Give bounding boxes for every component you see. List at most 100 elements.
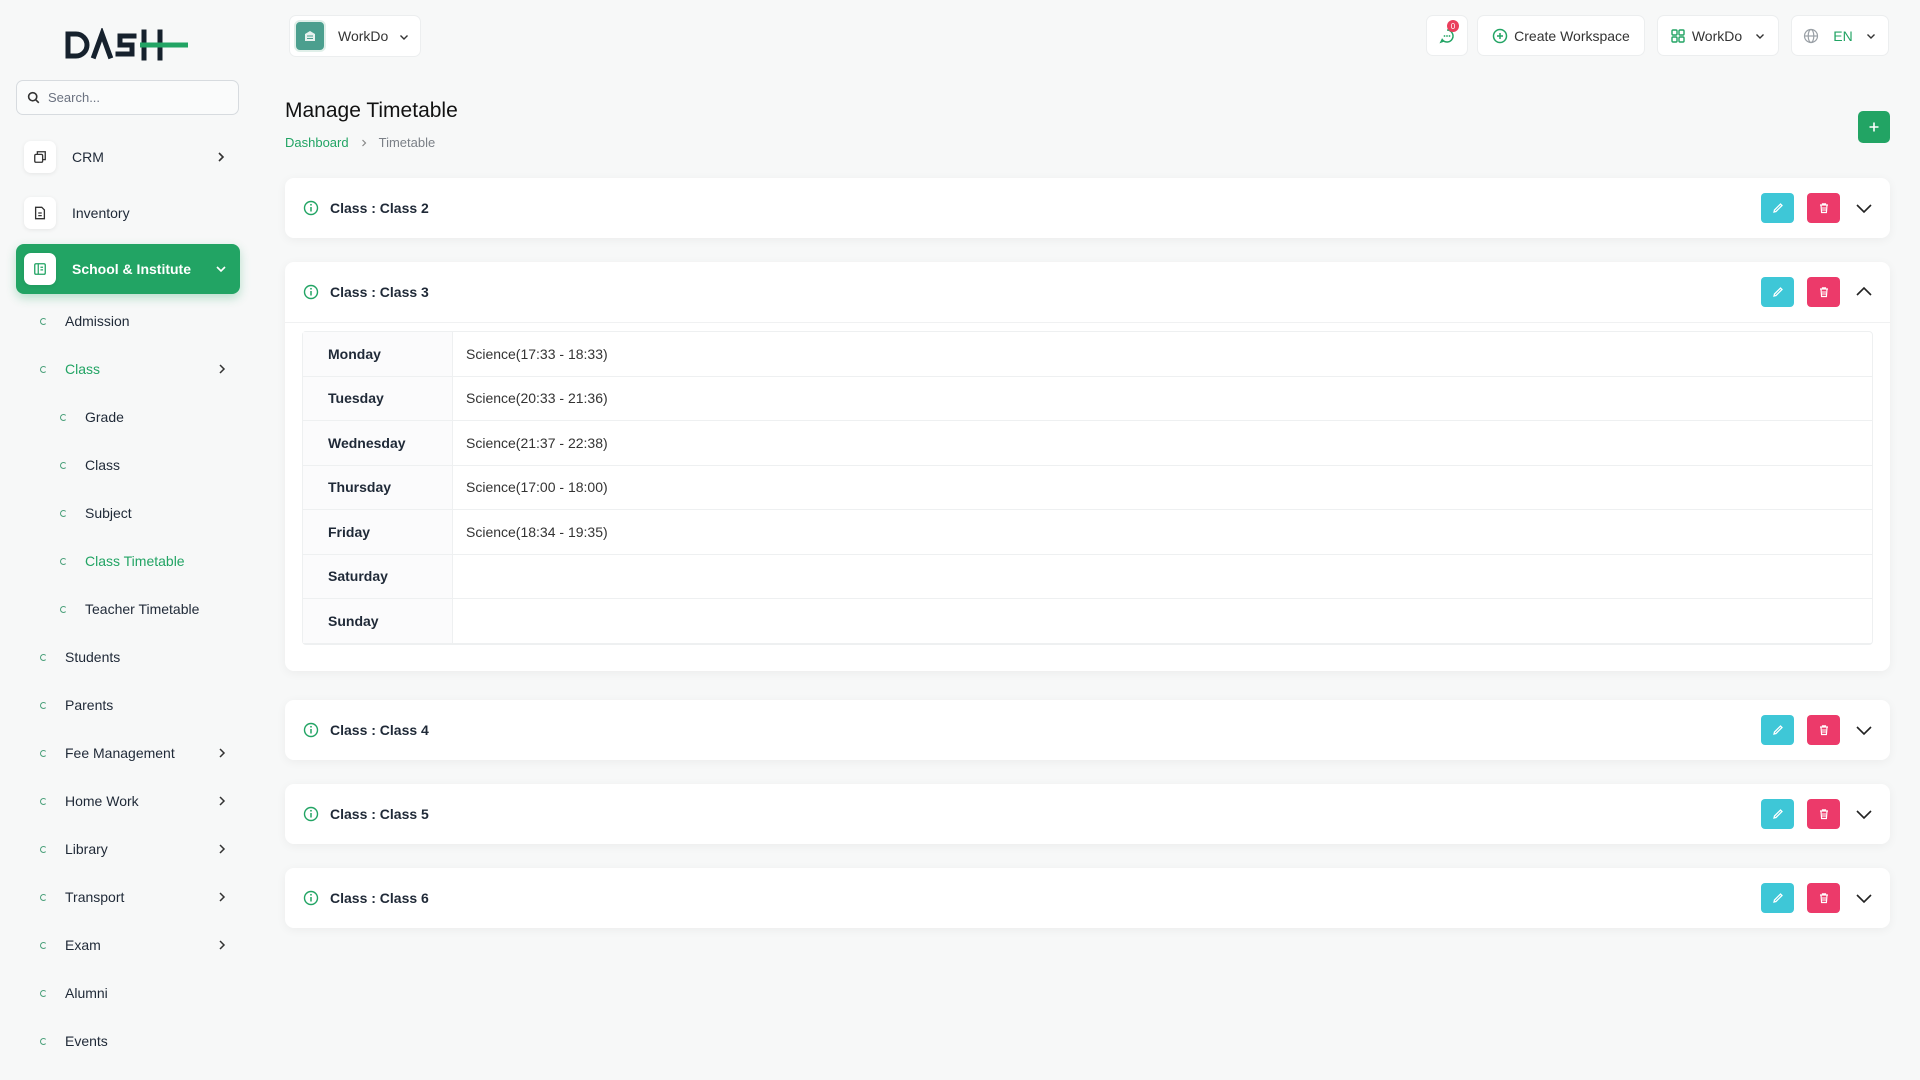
sidebar-item-label: CRM: [72, 149, 104, 165]
sidebar-item-crm[interactable]: CRM: [16, 132, 240, 182]
chevron-down-icon[interactable]: [1855, 723, 1873, 737]
trash-icon: [1819, 893, 1828, 904]
pencil-icon: [1772, 893, 1783, 903]
class-card-title: Class : Class 3: [330, 284, 429, 300]
chevron-up-icon[interactable]: [1855, 285, 1873, 299]
delete-button[interactable]: [1807, 715, 1840, 745]
workspace-menu-button[interactable]: WorkDo: [1657, 15, 1779, 56]
globe-icon: [1804, 28, 1819, 43]
schedule-cell: Science(18:34 - 19:35): [466, 523, 608, 540]
chevron-down-icon: [1756, 33, 1765, 39]
info-icon: [303, 890, 319, 906]
delete-button[interactable]: [1807, 277, 1840, 307]
delete-button[interactable]: [1807, 799, 1840, 829]
bullet-icon: [40, 893, 47, 901]
delete-button[interactable]: [1807, 883, 1840, 913]
notifications-button[interactable]: 0: [1426, 15, 1468, 56]
bullet-icon: [40, 1037, 47, 1045]
class-card-header[interactable]: Class : Class 3: [285, 262, 1890, 322]
class-card-header[interactable]: Class : Class 6: [285, 868, 1890, 928]
chevron-down-icon[interactable]: [1855, 807, 1873, 821]
chevron-down-icon[interactable]: [1855, 201, 1873, 215]
bullet-icon: [60, 509, 67, 517]
sidebar-subitem-label: Admission: [65, 313, 130, 329]
class-card-header[interactable]: Class : Class 2: [285, 178, 1890, 238]
sidebar-subitem-label: Transport: [65, 889, 125, 905]
chevron-right-icon: [219, 796, 226, 806]
timetable-body: Monday Science(17:33 - 18:33) Tuesday Sc…: [285, 322, 1890, 671]
sidebar: CRM Inventory School & Institute Admissi…: [0, 0, 256, 1080]
sidebar-subitem-alumni[interactable]: Alumni: [40, 982, 230, 1004]
inventory-icon: [24, 197, 56, 229]
sidebar-subitem-teacher-timetable[interactable]: Teacher Timetable: [60, 598, 230, 620]
class-card-header[interactable]: Class : Class 4: [285, 700, 1890, 760]
class-card: Class : Class 6: [285, 868, 1890, 928]
breadcrumb-dashboard-link[interactable]: Dashboard: [285, 135, 349, 150]
trash-icon: [1819, 809, 1828, 820]
sidebar-subitem-grade[interactable]: Grade: [60, 406, 230, 428]
sidebar-subitem-library[interactable]: Library: [40, 838, 230, 860]
sidebar-subitem-label: Grade: [85, 409, 124, 425]
schedule-cell: Science(20:33 - 21:36): [466, 390, 608, 407]
chevron-right-icon: [219, 748, 226, 758]
edit-button[interactable]: [1761, 799, 1794, 829]
sidebar-subitem-events[interactable]: Events: [40, 1030, 230, 1052]
page-title: Manage Timetable: [285, 99, 458, 122]
info-icon: [303, 722, 319, 738]
sidebar-subitem-subject[interactable]: Subject: [60, 502, 230, 524]
sidebar-subitem-label: Fee Management: [65, 745, 175, 761]
chevron-down-icon[interactable]: [1855, 891, 1873, 905]
bullet-icon: [40, 797, 47, 805]
bullet-icon: [40, 989, 47, 997]
sidebar-subitem-transport[interactable]: Transport: [40, 886, 230, 908]
sidebar-item-inventory[interactable]: Inventory: [16, 188, 240, 238]
edit-button[interactable]: [1761, 193, 1794, 223]
table-row: Tuesday Science(20:33 - 21:36): [303, 376, 1872, 421]
sidebar-subitem-class[interactable]: Class: [60, 454, 230, 476]
chevron-right-icon: [219, 844, 226, 854]
trash-icon: [1819, 725, 1828, 736]
sidebar-subitem-label: Teacher Timetable: [85, 601, 200, 617]
sidebar-item-label: Inventory: [72, 205, 130, 221]
class-card: Class : Class 4: [285, 700, 1890, 760]
edit-button[interactable]: [1761, 715, 1794, 745]
school-icon: [24, 253, 56, 285]
sidebar-subitem-home-work[interactable]: Home Work: [40, 790, 230, 812]
chevron-right-icon: [361, 139, 366, 146]
workspace-switcher[interactable]: WorkDo: [289, 15, 421, 57]
sidebar-subitem-fee-management[interactable]: Fee Management: [40, 742, 230, 764]
sidebar-subitem-label: Subject: [85, 505, 132, 521]
info-icon: [303, 284, 319, 300]
create-workspace-button[interactable]: Create Workspace: [1477, 15, 1645, 56]
chevron-down-icon: [1866, 33, 1875, 39]
sidebar-subitem-parents[interactable]: Parents: [40, 694, 230, 716]
edit-button[interactable]: [1761, 883, 1794, 913]
timetable-table: Monday Science(17:33 - 18:33) Tuesday Sc…: [302, 331, 1873, 645]
day-cell: Sunday: [303, 599, 453, 643]
bullet-icon: [60, 461, 67, 469]
language-button[interactable]: EN: [1791, 15, 1889, 56]
search-input[interactable]: [48, 90, 228, 105]
sidebar-subitem-admission[interactable]: Admission: [40, 310, 230, 332]
sidebar-subitem-class-group[interactable]: Class: [40, 358, 230, 380]
sidebar-subitem-label: Parents: [65, 697, 114, 713]
day-cell: Monday: [303, 332, 453, 376]
sidebar-item-school-institute[interactable]: School & Institute: [16, 244, 240, 294]
table-row: Wednesday Science(21:37 - 22:38): [303, 421, 1872, 466]
class-card-title: Class : Class 4: [330, 722, 429, 738]
edit-button[interactable]: [1761, 277, 1794, 307]
workspace-name: WorkDo: [338, 28, 389, 44]
pencil-icon: [1772, 725, 1783, 735]
add-timetable-button[interactable]: [1858, 111, 1890, 143]
class-card-header[interactable]: Class : Class 5: [285, 784, 1890, 844]
sidebar-subitem-students[interactable]: Students: [40, 646, 230, 668]
class-card-title: Class : Class 6: [330, 890, 429, 906]
sidebar-subitem-exam[interactable]: Exam: [40, 934, 230, 956]
pencil-icon: [1772, 203, 1783, 213]
sidebar-subitem-class-timetable[interactable]: Class Timetable: [60, 550, 230, 572]
bullet-icon: [60, 605, 67, 613]
delete-button[interactable]: [1807, 193, 1840, 223]
trash-icon: [1819, 203, 1828, 214]
bullet-icon: [40, 365, 47, 373]
notification-badge: 0: [1447, 20, 1459, 32]
